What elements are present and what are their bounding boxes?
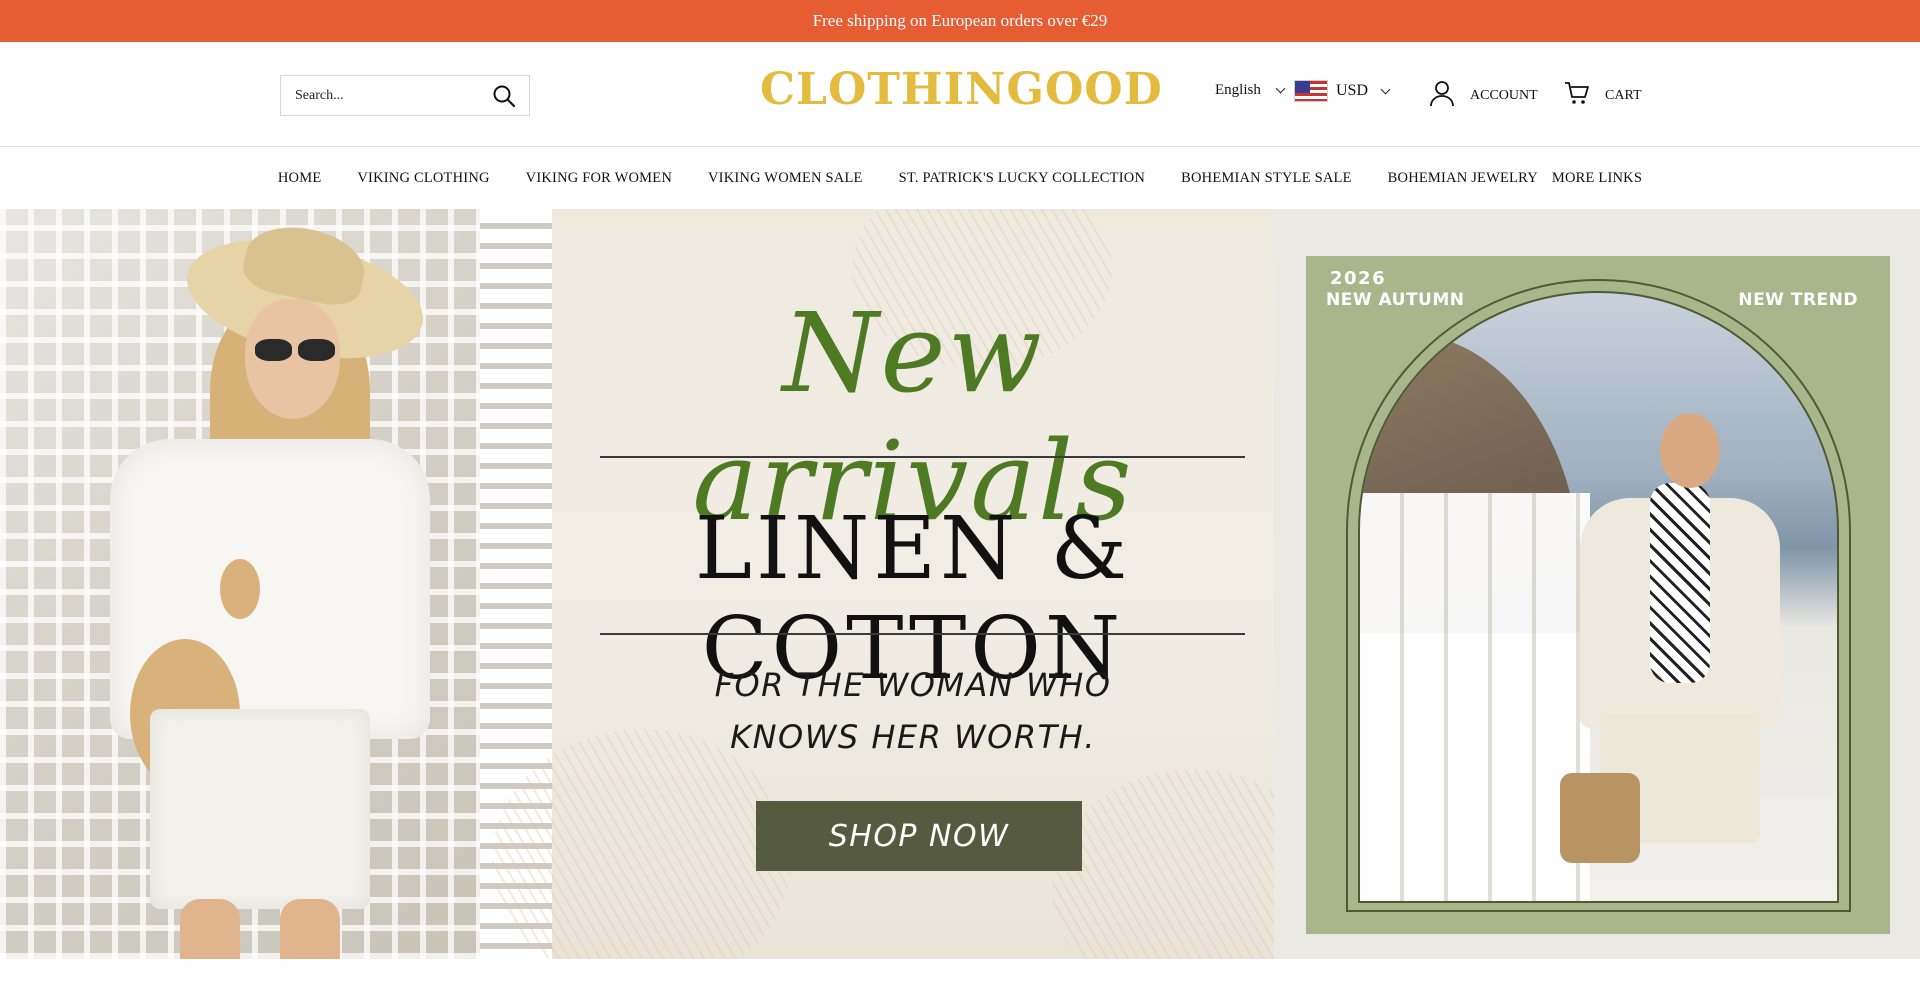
search-input[interactable] xyxy=(295,87,491,104)
autumn-card: 2026 NEW AUTUMN NEW TREND xyxy=(1306,256,1890,934)
search-icon[interactable] xyxy=(491,83,517,109)
site-logo[interactable]: CLOTHINGOOD xyxy=(760,64,1162,115)
announcement-text: Free shipping on European orders over €2… xyxy=(812,11,1108,30)
hero-center-panel: New arrivals LINEN & COTTON FOR THE WOMA… xyxy=(492,209,1332,959)
language-selector[interactable]: English xyxy=(1215,82,1286,99)
language-label: English xyxy=(1215,82,1261,98)
currency-selector[interactable]: USD xyxy=(1294,80,1391,102)
card-new-autumn: NEW AUTUMN xyxy=(1326,290,1465,310)
card-new-trend: NEW TREND xyxy=(1738,290,1858,310)
user-icon xyxy=(1428,79,1456,112)
page-below-hero xyxy=(0,959,1920,993)
main-nav: HOME VIKING CLOTHING VIKING FOR WOMEN VI… xyxy=(0,148,1920,208)
currency-label: USD xyxy=(1336,82,1369,99)
search-box xyxy=(280,75,530,116)
cart-link[interactable]: CART xyxy=(1563,79,1642,112)
model-figure-left xyxy=(70,217,434,959)
account-label: ACCOUNT xyxy=(1470,87,1538,103)
site-header: CLOTHINGOOD English USD ACCOUNT CART xyxy=(0,42,1920,147)
nav-item-bohemian-style-sale[interactable]: BOHEMIAN STYLE SALE xyxy=(1181,170,1352,187)
nav-item-viking-clothing[interactable]: VIKING CLOTHING xyxy=(357,170,489,187)
nav-item-bohemian-jewelry[interactable]: BOHEMIAN JEWELRY xyxy=(1388,170,1538,187)
model-figure-right xyxy=(1550,413,1790,901)
tagline-line-2: KNOWS HER WORTH. xyxy=(730,718,1096,756)
divider-top xyxy=(600,456,1245,458)
divider-bottom xyxy=(600,633,1245,635)
card-year: 2026 xyxy=(1330,268,1387,289)
announcement-bar: Free shipping on European orders over €2… xyxy=(0,0,1920,42)
cart-label: CART xyxy=(1605,87,1642,103)
nav-item-viking-for-women[interactable]: VIKING FOR WOMEN xyxy=(526,170,672,187)
arch-photo xyxy=(1358,291,1839,903)
account-link[interactable]: ACCOUNT xyxy=(1428,79,1538,112)
chevron-down-icon xyxy=(1275,83,1286,94)
chevron-down-icon xyxy=(1380,84,1391,94)
nav-item-home[interactable]: HOME xyxy=(278,170,322,187)
hero-tagline: FOR THE WOMAN WHO KNOWS HER WORTH. xyxy=(552,659,1274,763)
tagline-line-1: FOR THE WOMAN WHO xyxy=(714,666,1112,704)
us-flag-icon xyxy=(1294,80,1328,102)
nav-item-viking-women-sale[interactable]: VIKING WOMEN SALE xyxy=(708,170,863,187)
cart-icon xyxy=(1563,79,1591,112)
nav-item-st-patricks-collection[interactable]: ST. PATRICK'S LUCKY COLLECTION xyxy=(899,170,1146,187)
shop-now-button[interactable]: SHOP NOW xyxy=(756,801,1082,871)
nav-item-more-links[interactable]: MORE LINKS xyxy=(1552,170,1642,187)
hero-banner[interactable]: New arrivals LINEN & COTTON FOR THE WOMA… xyxy=(0,209,1920,959)
hero-photo-left xyxy=(0,209,552,959)
hero-photo-right: 2026 NEW AUTUMN NEW TREND xyxy=(1274,209,1920,959)
